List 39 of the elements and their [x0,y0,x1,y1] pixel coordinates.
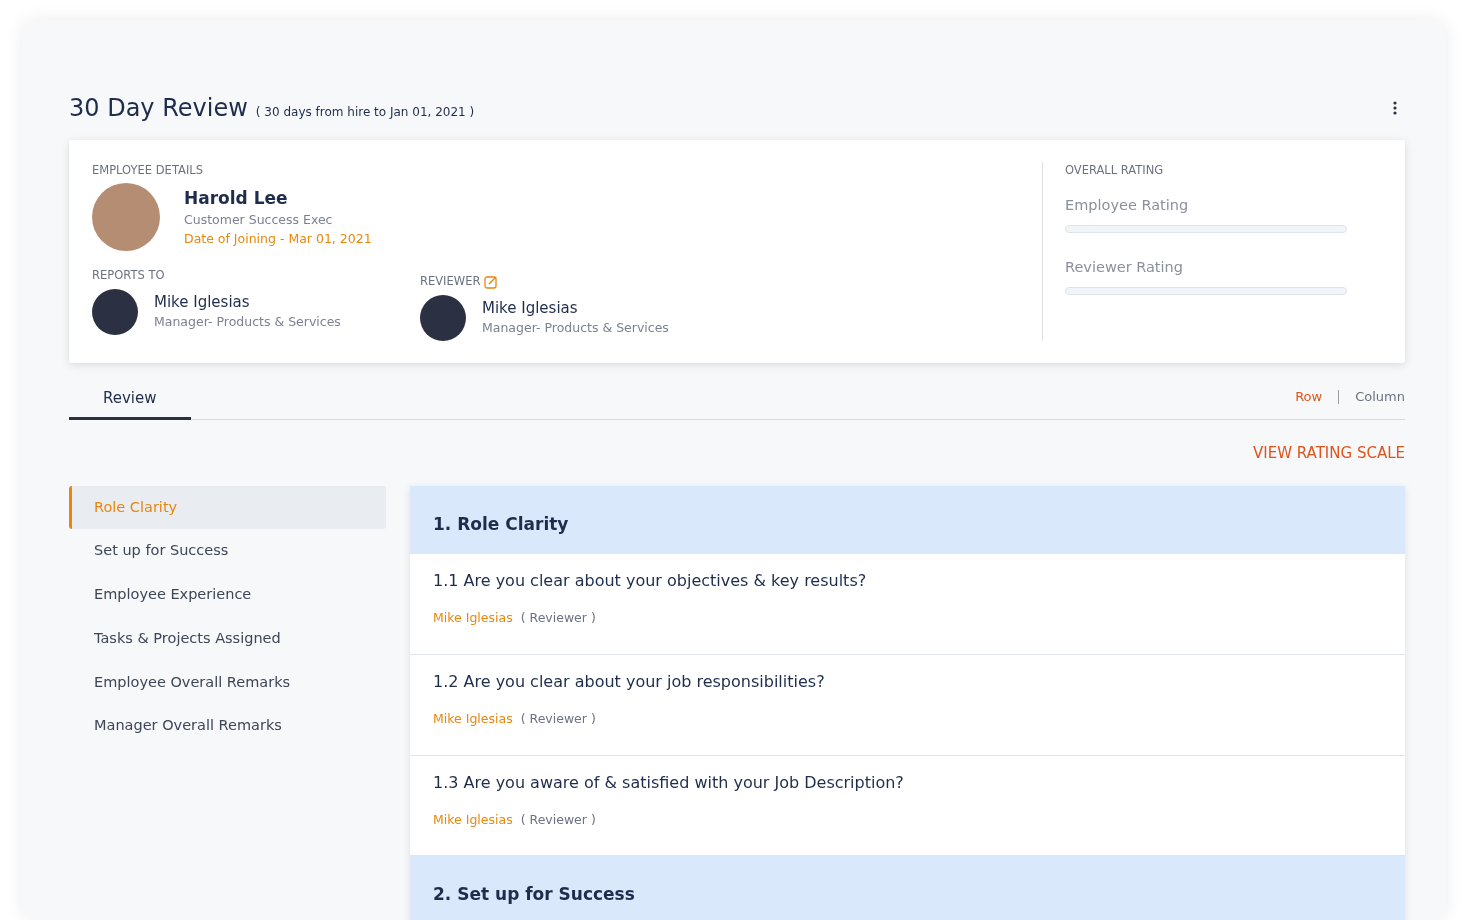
question-text: 1.1 Are you clear about your objectives & key results? [433,570,868,592]
view-toggle-option[interactable]: Column [1355,387,1405,407]
section-header: 1. Role Clarity [410,485,1405,554]
rating-label: Reviewer Rating [1065,258,1184,277]
page-title: 30 Day Review [69,93,248,124]
more-menu-icon[interactable] [1393,101,1397,115]
person-name: Mike Iglesias [482,297,579,319]
reviewer-name: Mike Iglesias [433,709,513,728]
question-text: 1.3 Are you aware of & satisfied with your Job Description? [433,771,905,794]
sidebar-item[interactable]: Set up for Success [69,529,386,573]
view-toggle-option[interactable]: Row [1295,387,1323,407]
sidebar-item[interactable]: Employee Experience [69,573,386,617]
tab[interactable]: Review [69,382,191,420]
sidebar-item[interactable]: Manager Overall Remarks [69,704,386,748]
date-range-note: ( 30 days from hire to Jan 01, 2021 ) [255,104,475,121]
section-label: OVERALL RATING [1065,162,1165,179]
question-text: 1.2 Are you clear about your job responsibilities? [433,670,826,693]
employee-name: Harold Lee [184,186,289,210]
edit-icon[interactable] [484,274,499,289]
reviewer-role: ( Reviewer ) [520,810,596,829]
rating-scale-link[interactable]: VIEW RATING SCALE [1253,442,1405,465]
section-label: EMPLOYEE DETAILS [92,162,204,179]
avatar-placeholder [420,294,466,341]
section-header: 2. Set up for Success [410,856,1405,920]
person-name: Mike Iglesias [154,291,251,313]
reviewer-role: ( Reviewer ) [520,709,596,728]
section-label: REVIEWER [420,273,481,291]
sidebar-item[interactable]: Tasks & Projects Assigned [69,616,386,661]
section-label: REPORTS TO [92,267,165,285]
avatar-placeholder [92,288,138,335]
person-role: Manager- Products & Services [482,319,669,338]
employee-role: Customer Success Exec [184,211,334,230]
person-role: Manager- Products & Services [154,313,341,332]
reviewer-name: Mike Iglesias [433,609,513,627]
joining-date: Date of Joining - Mar 01, 2021 [184,230,372,248]
sidebar-item[interactable]: Employee Overall Remarks [69,660,386,705]
reviewer-name: Mike Iglesias [433,810,513,829]
reviewer-role: ( Reviewer ) [520,609,596,627]
rating-label: Employee Rating [1065,196,1190,216]
